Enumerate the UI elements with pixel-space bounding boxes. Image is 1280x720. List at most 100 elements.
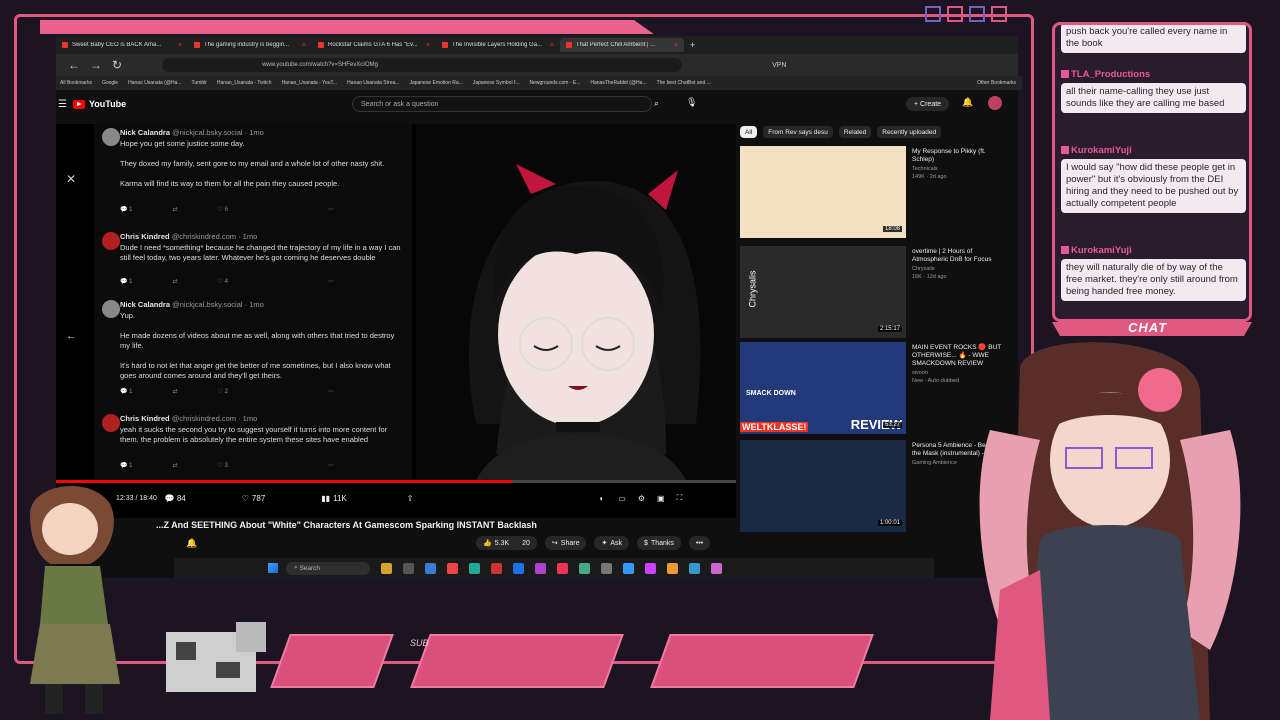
tab-close-icon[interactable]: × bbox=[550, 42, 554, 49]
video-thumbnail[interactable]: 1:00:01 bbox=[740, 440, 906, 532]
vpn-badge[interactable]: VPN bbox=[772, 62, 786, 69]
tab-label: Rockstar Claims GTA 6 Has "Ev... bbox=[328, 42, 418, 48]
chat-message: I would say "how did these people get in… bbox=[1061, 159, 1246, 213]
address-bar: ← → ↻ www.youtube.com/watch?v=SHFevXcIOM… bbox=[56, 54, 1018, 76]
video-thumbnail[interactable]: Chrysalis 2:15:17 bbox=[740, 246, 906, 338]
video-meta: overtime | 2 Hours of Atmospheric DnB fo… bbox=[912, 248, 1008, 281]
taskbar-search[interactable]: ⌕ Search bbox=[286, 561, 370, 575]
like-button[interactable]: 👍 5.3K 20 bbox=[476, 536, 537, 550]
thanks-button[interactable]: $ Thanks bbox=[637, 536, 681, 550]
taskbar-app-icon[interactable] bbox=[381, 562, 392, 574]
bookmark-item[interactable]: Other Bookmarks bbox=[977, 80, 1016, 86]
bookmark-item[interactable]: All Bookmarks bbox=[60, 80, 92, 86]
taskbar-app-icon[interactable] bbox=[711, 562, 722, 574]
bookmark-item[interactable]: Hanao Usanata (@Ha... bbox=[128, 80, 181, 86]
windows-start-icon[interactable] bbox=[268, 563, 278, 573]
filter-chip[interactable]: Recently uploaded bbox=[877, 126, 942, 138]
avatar bbox=[102, 232, 120, 250]
taskbar-app-icon[interactable] bbox=[667, 562, 678, 574]
chat-message: they will naturally die of by way of the… bbox=[1061, 259, 1246, 301]
filter-chip[interactable]: All bbox=[740, 126, 758, 138]
filter-chip[interactable]: From Rev says desu bbox=[763, 126, 833, 138]
menu-icon[interactable]: ☰ bbox=[58, 99, 67, 110]
bell-subscribe-icon[interactable]: 🔔 bbox=[186, 538, 197, 549]
browser-window: Sweet Baby CEO is BACK Ama... × The gaming… bbox=[56, 36, 1022, 578]
forward-icon[interactable]: → bbox=[90, 58, 102, 72]
new-tab-button[interactable]: + bbox=[690, 40, 695, 50]
gear-icon[interactable]: ⚙ bbox=[638, 494, 645, 503]
thumbs-up-icon: 👍 bbox=[483, 540, 492, 547]
youtube-logo[interactable]: YouTube bbox=[72, 99, 126, 109]
more-actions-button[interactable]: ••• bbox=[688, 536, 711, 550]
bookmark-item[interactable]: The best ChatBot and ... bbox=[657, 80, 711, 86]
search-input[interactable]: Search or ask a question bbox=[352, 96, 652, 112]
tab-label: The Invisible Layers Holding Ga... bbox=[452, 42, 543, 48]
upload-icon: ⇧ bbox=[406, 493, 414, 503]
bookmark-item[interactable]: HanasTheRabbit (@Ha... bbox=[590, 80, 646, 86]
chat-username: TLA_Productions bbox=[1071, 69, 1151, 80]
channel-name: Chrysalis bbox=[912, 266, 935, 272]
fullscreen-icon[interactable]: ⛶ bbox=[677, 493, 683, 503]
back-icon[interactable]: ← bbox=[68, 58, 80, 72]
video-player[interactable]: Nick Calandra @nickjcal.bsky.social · 1m… bbox=[56, 124, 736, 518]
bookmark-item[interactable]: Hanao_Usanata - YouT... bbox=[282, 80, 338, 86]
filter-chip[interactable]: Related bbox=[838, 126, 872, 138]
bookmark-item[interactable]: Japanese Symbol f... bbox=[473, 80, 520, 86]
tab-favicon-icon bbox=[62, 42, 68, 48]
taskbar-app-icon[interactable] bbox=[645, 562, 656, 574]
chat-badge-icon bbox=[1061, 146, 1069, 154]
url-field[interactable]: www.youtube.com/watch?v=SHFevXcIOMg bbox=[162, 58, 683, 72]
taskbar-app-icon[interactable] bbox=[447, 562, 458, 574]
taskbar-app-icon[interactable] bbox=[535, 562, 546, 574]
video-thumbnail[interactable]: WELTKLASSE! REVIEW SMACK DOWN 53:27 bbox=[740, 342, 906, 434]
create-button[interactable]: + Create bbox=[906, 97, 950, 111]
mic-icon[interactable]: 🎙 bbox=[686, 97, 697, 108]
like-count: ♡ 6 bbox=[217, 207, 228, 213]
taskbar-app-icon[interactable] bbox=[491, 562, 502, 574]
taskbar-app-icon[interactable] bbox=[557, 562, 568, 574]
video-thumbnail[interactable]: 18:08 bbox=[740, 146, 906, 238]
autoplay-icon[interactable]: ◐ bbox=[599, 494, 604, 503]
chat-username: KurokamiYuji bbox=[1071, 245, 1132, 256]
comment-actions: 💬 1 ⇄ ♡ 6 ⋯ bbox=[120, 206, 334, 213]
taskbar-app-icon[interactable] bbox=[403, 562, 414, 574]
bookmark-item[interactable]: Tumblr bbox=[192, 80, 207, 86]
captions-icon[interactable]: ▭ bbox=[618, 494, 626, 503]
recommended-video[interactable]: 18:08 My Response to Pikky (ft. Schlep) Te… bbox=[740, 146, 1020, 238]
tab-close-icon[interactable]: × bbox=[302, 42, 306, 49]
tab-close-icon[interactable]: × bbox=[674, 42, 678, 49]
browser-tab[interactable]: The Invisible Layers Holding Ga... × bbox=[436, 38, 560, 52]
reload-icon[interactable]: ↻ bbox=[112, 58, 122, 72]
taskbar-app-icon[interactable] bbox=[601, 562, 612, 574]
taskbar-app-icon[interactable] bbox=[579, 562, 590, 574]
tab-close-icon[interactable]: × bbox=[426, 42, 430, 49]
browser-tab[interactable]: That Perfect Chill Ambient | ... × bbox=[560, 38, 684, 52]
reply-count: 💬 1 bbox=[120, 279, 133, 285]
reply-number: 1 bbox=[129, 279, 133, 285]
share-button[interactable]: ↪ Share bbox=[544, 536, 587, 550]
video-comments-screen: Nick Calandra @nickjcal.bsky.social · 1m… bbox=[94, 124, 412, 480]
channel-watermark: Chrysalis bbox=[747, 270, 758, 308]
bookmark-item[interactable]: Hanao_Usanata - Twitch bbox=[217, 80, 272, 86]
ask-button[interactable]: ✦ Ask bbox=[594, 536, 630, 550]
tab-close-icon[interactable]: × bbox=[178, 42, 182, 49]
miniplayer-icon[interactable]: ▣ bbox=[657, 494, 665, 503]
search-icon[interactable]: ⌕ bbox=[654, 98, 659, 109]
bookmark-item[interactable]: Google bbox=[102, 80, 118, 86]
browser-tab[interactable]: Sweet Baby CEO is BACK Ama... × bbox=[56, 38, 188, 52]
avatar[interactable] bbox=[988, 96, 1002, 110]
taskbar-app-icon[interactable] bbox=[425, 562, 436, 574]
bookmark-item[interactable]: Newgrounds.com - E... bbox=[530, 80, 581, 86]
taskbar-app-icon[interactable] bbox=[623, 562, 634, 574]
taskbar-app-icon[interactable] bbox=[469, 562, 480, 574]
bookmark-item[interactable]: Japanese Emotion Ra... bbox=[409, 80, 462, 86]
bookmark-item[interactable]: Hanao Usanata Strea... bbox=[347, 80, 399, 86]
youtube-play-icon bbox=[72, 99, 85, 109]
browser-tab[interactable]: The gaming industry is beggin... × bbox=[188, 38, 312, 52]
bell-icon[interactable]: 🔔 bbox=[962, 97, 973, 108]
taskbar-app-icon[interactable] bbox=[513, 562, 524, 574]
taskbar-app-icon[interactable] bbox=[689, 562, 700, 574]
heart-count: 787 bbox=[251, 493, 266, 503]
recommended-video[interactable]: Chrysalis 2:15:17 overtime | 2 Hours of At… bbox=[740, 246, 1020, 338]
browser-tab[interactable]: Rockstar Claims GTA 6 Has "Ev... × bbox=[312, 38, 436, 52]
